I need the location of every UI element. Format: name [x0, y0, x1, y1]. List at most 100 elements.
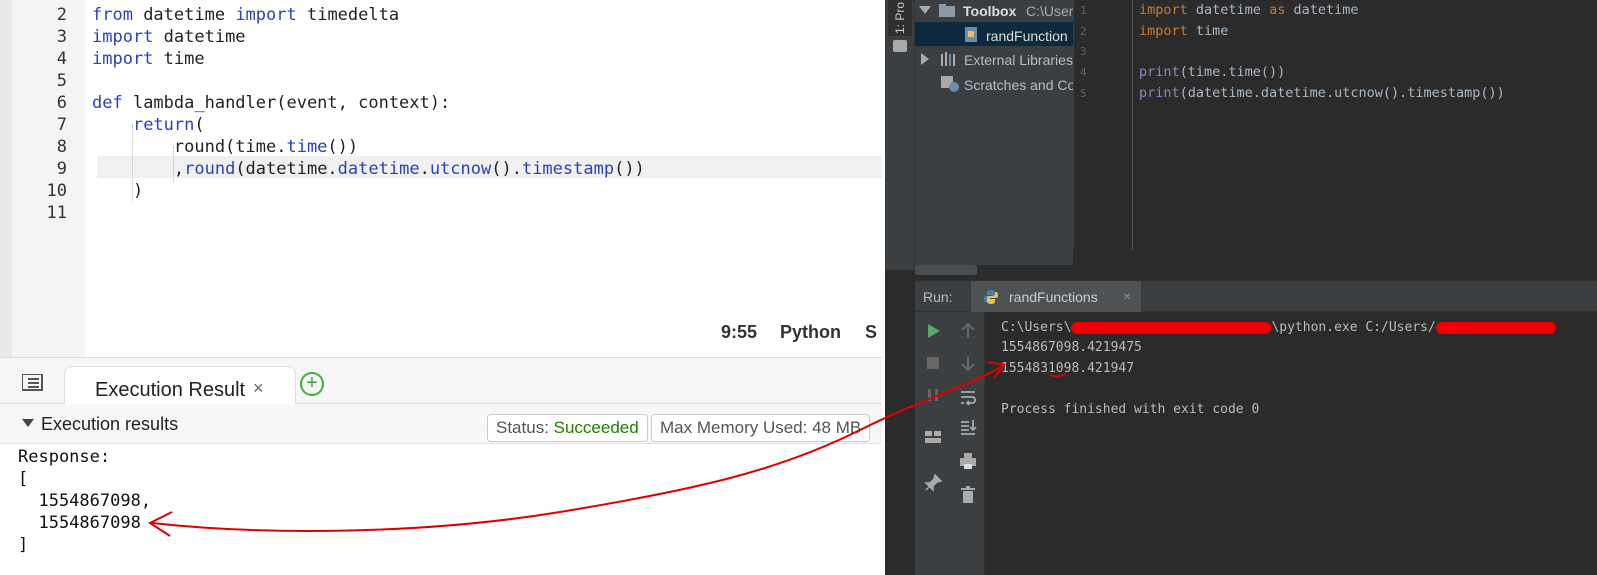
line-number: 1 [1080, 4, 1087, 17]
line-number: 5 [56, 71, 67, 91]
editor-status-bar: 9:55 Python S [85, 312, 882, 354]
line-number: 6 [56, 93, 67, 113]
pycharm-window: 1: Pro Toolbox C:\User randFunction Exte… [885, 0, 1597, 575]
response-line: Response: [18, 447, 111, 467]
run-tab-close-icon[interactable]: × [1123, 288, 1131, 304]
soft-wrap-icon[interactable] [957, 386, 979, 408]
response-line: ] [18, 535, 29, 555]
response-line: 1554867098 [18, 513, 141, 533]
line-number: 9 [56, 159, 67, 179]
tool-window-strip: 1: Pro [885, 0, 915, 270]
scratches-icon [941, 76, 959, 92]
status-cut-text: S [865, 322, 878, 342]
scroll-to-end-icon[interactable] [957, 416, 979, 438]
code-line: ) [92, 181, 144, 201]
console-exit-message: Process finished with exit code 0 [1001, 402, 1260, 417]
code-line: import time [92, 49, 205, 69]
run-console-output: C:\Users\ \python.exe C:/Users/ 155486709… [985, 312, 1597, 575]
code-line: import datetime as datetime [1139, 2, 1359, 18]
line-number: 2 [1080, 24, 1087, 38]
project-tree: Toolbox C:\User randFunction External Li… [915, 0, 1075, 265]
pycharm-editor[interactable]: 1 2 3 4 5 import datetime as datetime import t… [1073, 0, 1597, 250]
structure-icon[interactable] [893, 40, 907, 52]
line-number: 10 [46, 181, 67, 201]
console-command-line: C:\Users\ \python.exe C:/Users/ [1001, 320, 1556, 335]
status-value: Succeeded [553, 418, 639, 437]
memory-badge: Max Memory Used: 48 MB [651, 414, 871, 442]
python-icon [984, 290, 998, 304]
pin-icon[interactable] [922, 472, 944, 494]
status-label: Status: [496, 418, 554, 437]
scratches-and-consoles[interactable]: Scratches and Co [964, 77, 1075, 93]
cmd-prefix: C:\Users\ [1001, 320, 1072, 335]
python-file-icon [965, 27, 977, 42]
run-tab[interactable]: randFunctions × [971, 281, 1141, 313]
add-tab-icon[interactable]: + [300, 372, 324, 396]
file-randfunction[interactable]: randFunction [986, 28, 1068, 44]
pause-icon[interactable] [922, 384, 944, 406]
code-line: import time [1139, 22, 1229, 39]
project-root-label[interactable]: Toolbox [963, 3, 1016, 19]
layout-icon[interactable] [922, 426, 944, 448]
execution-results-header[interactable]: Execution results Status: Succeeded Max … [0, 404, 882, 444]
status-badge: Status: Succeeded [487, 414, 648, 442]
redacted-path-2 [1435, 321, 1556, 334]
cursor-position: 9:55 [721, 322, 758, 342]
language-mode[interactable]: Python [780, 322, 841, 343]
code-line: import datetime [92, 27, 246, 47]
run-label: Run: [923, 289, 953, 305]
tab-label: Execution Result [95, 379, 246, 401]
code-line: return( [132, 115, 205, 135]
external-libraries[interactable]: External Libraries [964, 52, 1073, 68]
code-editor[interactable]: from datetime import timedelta import dat… [85, 0, 882, 358]
cmd-middle: \python.exe C:/Users/ [1271, 320, 1436, 335]
section-title: Execution results [41, 414, 179, 434]
libraries-icon [941, 52, 955, 66]
line-number: 8 [56, 137, 67, 157]
response-output: Response:[ 1554867098, 1554867098] [0, 444, 882, 575]
project-tool-tab[interactable]: 1: Pro [888, 0, 912, 36]
line-number: 4 [1080, 66, 1087, 80]
gutter-divider [1132, 0, 1133, 250]
console-output-1: 1554867098.4219475 [1001, 340, 1142, 355]
folder-icon [939, 4, 955, 17]
expand-right-icon[interactable] [921, 53, 931, 65]
redacted-path [1071, 321, 1272, 334]
indent-guide [173, 146, 174, 182]
code-line: ,round(datetime.datetime.utcnow().timest… [92, 159, 645, 179]
line-number: 5 [1080, 86, 1087, 100]
project-root-path: C:\User [1026, 3, 1074, 19]
code-line: print(time.time()) [1139, 64, 1286, 81]
line-number: 7 [56, 115, 67, 135]
line-number: 11 [46, 203, 67, 223]
console-output-2: 1554831098.421947 [1001, 361, 1135, 376]
run-tool-header: Run: randFunctions × [915, 280, 1597, 313]
run-toolbar [915, 312, 985, 575]
up-arrow-icon[interactable] [957, 320, 979, 342]
stop-icon[interactable] [922, 352, 944, 374]
down-arrow-icon[interactable] [957, 352, 979, 374]
tab-execution-result[interactable]: Execution Result × [64, 366, 296, 406]
line-number: 2 [56, 5, 67, 25]
line-number: 3 [1080, 45, 1087, 59]
horizontal-scrollbar[interactable] [915, 265, 977, 275]
tab-close-icon[interactable]: × [253, 378, 264, 399]
response-line: [ [18, 469, 29, 489]
collapse-triangle-icon[interactable] [22, 419, 34, 427]
trash-icon[interactable] [957, 484, 979, 506]
code-line: print(datetime.datetime.utcnow().timesta… [1139, 84, 1505, 101]
rerun-icon[interactable] [922, 320, 944, 342]
expand-down-icon[interactable] [919, 6, 931, 16]
lambda-console-panel: 2 3 4 5 6 7 8 9 10 11 from datetime import timede… [0, 0, 882, 575]
print-icon[interactable] [957, 450, 979, 472]
line-number: 4 [56, 49, 67, 69]
response-line: 1554867098, [18, 491, 152, 511]
results-tab-bar: Execution Result × + [0, 357, 882, 406]
run-tab-label: randFunctions [1009, 289, 1098, 305]
line-number: 3 [56, 27, 67, 47]
indent-guide [132, 124, 133, 202]
code-line: from datetime import timedelta [92, 5, 400, 25]
tab-menu-icon[interactable] [22, 374, 46, 392]
code-line: def lambda_handler(event, context): [92, 93, 451, 113]
line-number-gutter: 2 3 4 5 6 7 8 9 10 11 [0, 0, 85, 358]
